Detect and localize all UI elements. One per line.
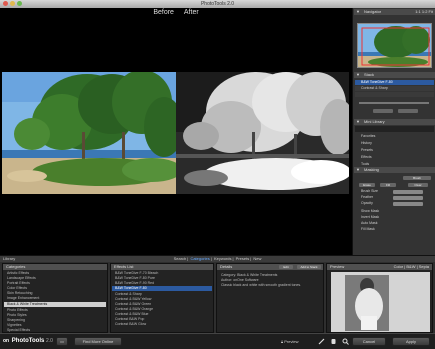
feather-slider[interactable] [393,196,423,200]
categories-list: Categories Artistic Effects Landscape Ef… [2,263,108,333]
preview-panel: Preview Color | B&W | Sepia [326,263,433,333]
after-image[interactable] [176,72,349,194]
preview-area[interactable]: Before After [0,8,352,255]
app-version: 2.0 [46,338,53,344]
tab-keywords[interactable]: Keywords [214,256,232,261]
categories-title: Categories [3,264,107,270]
mini-library-title: Mini Library [364,119,385,124]
tab-categories[interactable]: Categories [190,256,209,261]
edit-button[interactable]: Edit [279,265,293,269]
disclosure-triangle-icon: ▼ [356,119,360,124]
preview-options[interactable]: Color | B&W | Sepia [394,264,429,270]
navigator-header[interactable]: ▼ Navigator 1:1 1:2 Fit [354,9,435,15]
preview-thumbnail [331,272,430,332]
details-line: Classic black and white with smooth grad… [221,283,302,287]
list-item[interactable]: Image Enhancement [4,296,106,301]
mini-library-search[interactable] [355,126,434,132]
mini-library-header[interactable]: ▼ Mini Library [354,119,435,125]
stack-header[interactable]: ▼ Stack [354,72,435,78]
cancel-button[interactable]: Cancel [352,337,386,346]
stack-item[interactable]: B&W ToneDive F-80 [355,80,434,85]
bottom-bar: on PhotoTools 2.0 ▭ Find More Online 🔒︎ … [0,333,435,349]
fill-mask-check[interactable]: Fill Mask [355,227,434,232]
navigator-thumbnail[interactable] [357,23,432,68]
auto-mask-check[interactable]: Auto Mask [355,221,434,226]
stack-opacity-field[interactable] [398,109,418,113]
add-to-stack-button[interactable]: Add to Stack [297,265,321,269]
disclosure-triangle-icon: ▼ [356,72,360,77]
preview-toggle-label: Preview [284,339,299,344]
stack-title: Stack [364,72,375,77]
masking-header[interactable]: ▼ Masking [354,167,435,173]
sidebar-section-effects[interactable]: Effects [355,155,434,160]
app-name: PhotoTools [11,338,45,344]
library-header: Library Search| Categories| Keywords| Pr… [0,256,435,262]
after-label: After [183,9,199,16]
mask-fill-button[interactable]: Fill [380,183,396,187]
effects-title: Effects List [111,264,213,270]
preview-toggle[interactable]: 🔒︎ Preview [281,339,299,344]
stack-item[interactable]: Contrast & Sharp [355,86,434,91]
sidebar-section-presets[interactable]: Presets [355,148,434,153]
mask-brush-button[interactable]: Brush [403,176,431,180]
right-sidebar: ▼ Navigator 1:1 1:2 Fit ▼ Stack B&W Tone… [352,8,435,255]
opacity-slider[interactable] [359,102,429,104]
find-more-online-button[interactable]: Find More Online [74,337,122,346]
brand-mark: on [3,338,10,344]
hand-icon[interactable] [330,338,337,345]
list-item-selected[interactable]: Black & White Treatments [4,302,106,307]
before-label: Before [153,9,174,16]
apply-button[interactable]: Apply [392,337,430,346]
list-item-selected[interactable]: B&W ToneDive F-80 [112,286,212,291]
preview-title: Preview Color | B&W | Sepia [327,264,432,270]
zoom-options[interactable]: 1:1 1:2 Fit [415,9,433,15]
library-panel: Library Search| Categories| Keywords| Pr… [0,255,435,333]
mask-clear-button[interactable]: Clear [408,183,428,187]
zoom-tool-icon[interactable] [342,338,349,345]
invert-mask-check[interactable]: Invert Mask [355,215,434,220]
phototools-window: PhotoTools 2.0 Before After ▼ Navigator … [0,0,435,349]
before-image[interactable] [2,72,176,194]
effects-list: Effects List B&W ToneDive F-70 Bleach B&… [110,263,214,333]
library-tabs: Search| Categories| Keywords| Presets| N… [173,256,262,261]
show-mask-check[interactable]: Show Mask [355,209,434,214]
tab-search[interactable]: Search [174,256,187,261]
stack-item-blank [355,92,434,97]
sidebar-section-favorites[interactable]: Favorites [355,134,434,139]
list-item[interactable]: Contrast B&W Glow [112,322,212,327]
tab-new[interactable]: New [253,256,261,261]
sidebar-section-history[interactable]: History [355,141,434,146]
lock-icon: 🔒︎ [281,339,284,344]
app-logo: on PhotoTools 2.0 [3,338,53,344]
title-bar: PhotoTools 2.0 [0,0,435,8]
masking-title: Masking [364,167,379,172]
navigator-title: Navigator [364,9,382,14]
tab-presets[interactable]: Presets [236,256,250,261]
preview-label: Preview [330,264,345,269]
before-after-header: Before After [0,9,352,16]
stack-blend-select[interactable] [373,109,393,113]
brush-size-slider[interactable] [393,190,423,194]
disclosure-triangle-icon: ▼ [356,9,360,14]
layout-toggle-button[interactable]: ▭ [56,337,68,346]
brush-icon[interactable] [318,338,325,345]
mask-erase-button[interactable]: Erase [359,183,375,187]
window-title: PhotoTools 2.0 [200,1,235,7]
disclosure-triangle-icon: ▼ [356,167,360,172]
details-text: Category: Black & White Treatments Autho… [221,273,319,288]
details-panel: Details Edit Add to Stack Category: Blac… [216,263,324,333]
opacity-slider[interactable] [393,202,423,206]
